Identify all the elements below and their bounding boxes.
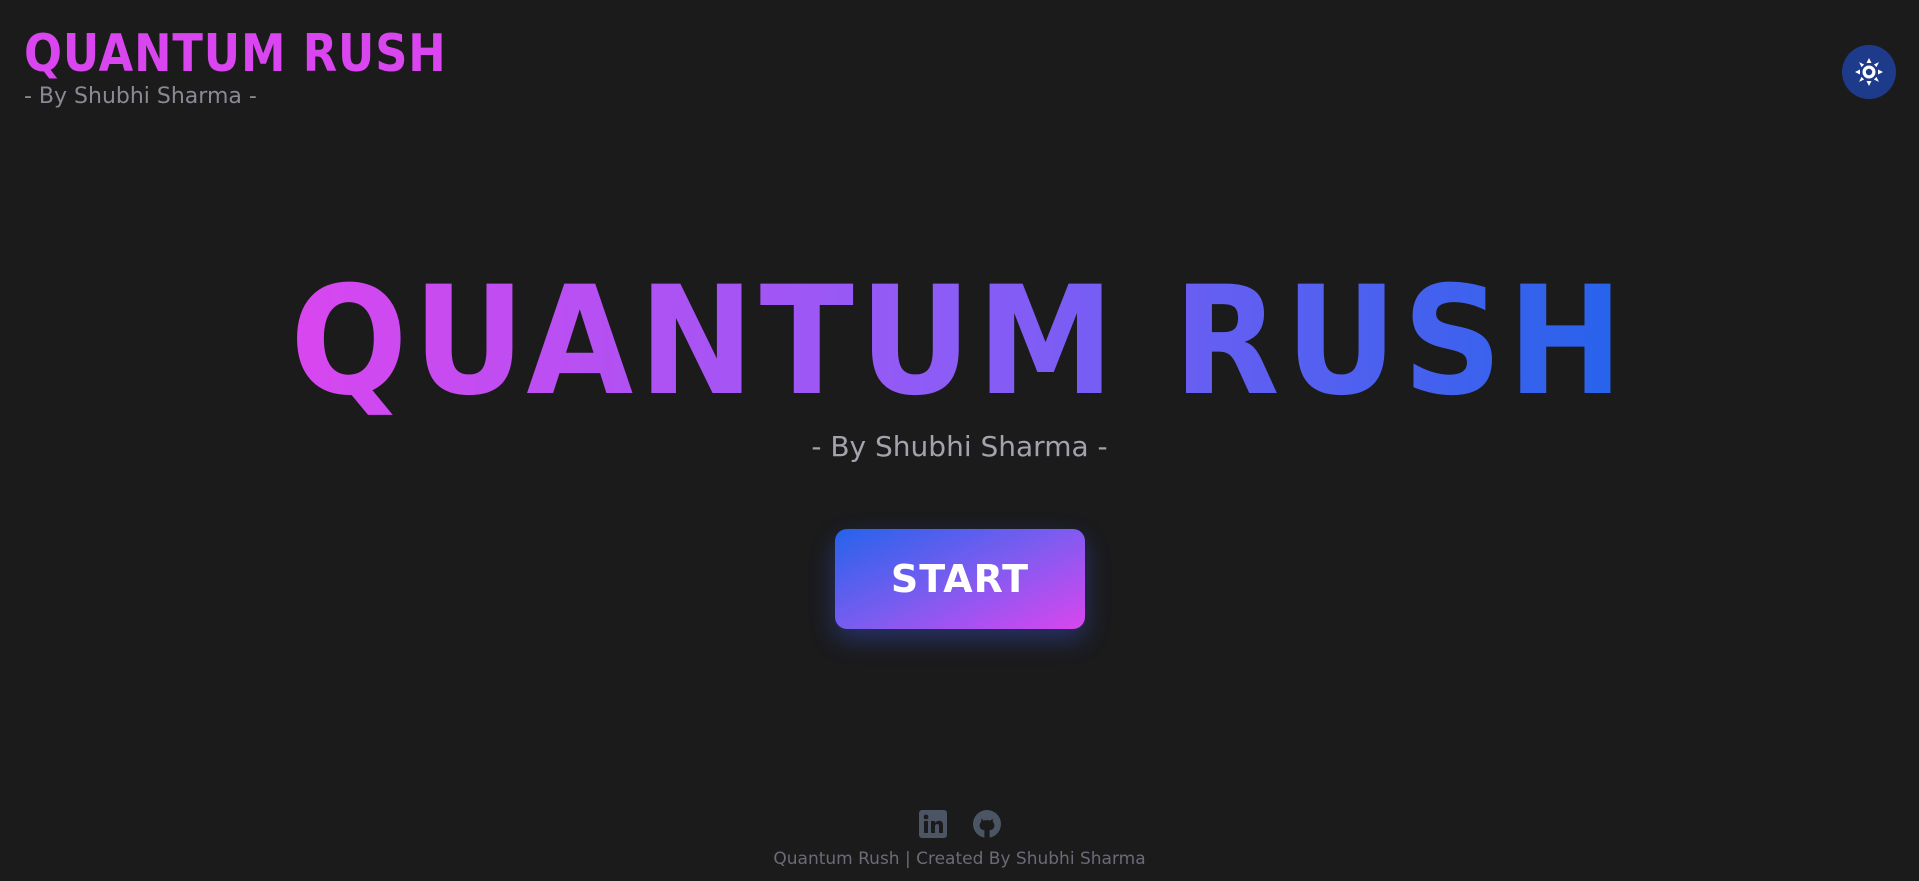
start-button[interactable]: START	[835, 529, 1085, 629]
github-icon[interactable]	[972, 809, 1002, 839]
brand: QUANTUM RUSH - By Shubhi Sharma -	[24, 26, 515, 110]
theme-toggle-button[interactable]	[1842, 45, 1896, 99]
page: QUANTUM RUSH - By Shubhi Sharma - QUANTU…	[0, 0, 1919, 881]
sun-icon	[1854, 57, 1884, 87]
hero-title: QUANTUM RUSH	[290, 255, 1629, 429]
footer-credit: Quantum Rush | Created By Shubhi Sharma	[773, 849, 1146, 869]
hero: QUANTUM RUSH - By Shubhi Sharma -	[0, 262, 1919, 464]
footer-social-links	[0, 806, 1919, 842]
hero-subtitle: - By Shubhi Sharma -	[811, 430, 1108, 463]
footer: Quantum Rush | Created By Shubhi Sharma	[0, 806, 1919, 870]
brand-subtitle: - By Shubhi Sharma -	[24, 84, 257, 109]
linkedin-icon[interactable]	[918, 809, 948, 839]
brand-title: QUANTUM RUSH	[24, 24, 447, 84]
